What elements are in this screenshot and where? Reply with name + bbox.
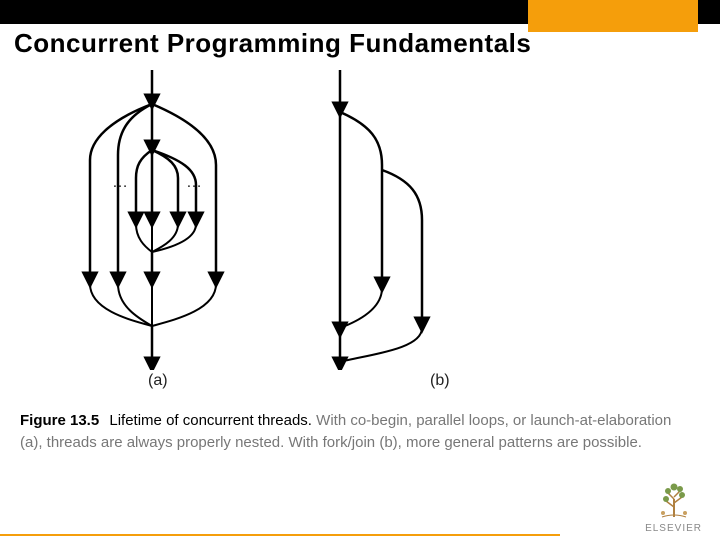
publisher-name: ELSEVIER	[645, 523, 702, 534]
diagram-a: … … (a)	[70, 70, 290, 375]
footer-orange-rule	[0, 534, 560, 536]
header-orange-block	[528, 0, 698, 32]
publisher-brand: ELSEVIER	[645, 477, 702, 534]
diagram-a-label: (a)	[148, 372, 168, 390]
elsevier-tree-icon	[652, 477, 696, 521]
diagram-b-svg	[310, 70, 470, 370]
figure-number: Figure 13.5	[20, 412, 99, 429]
figure-title: Lifetime of concurrent threads.	[109, 412, 312, 429]
diagram-b-label: (b)	[430, 372, 450, 390]
diagram-a-svg	[70, 70, 290, 370]
diagram-b: (b)	[310, 70, 470, 375]
figure-area: … … (a) (b)	[0, 70, 720, 400]
ellipsis-right: …	[186, 174, 202, 192]
figure-caption: Figure 13.5 Lifetime of concurrent threa…	[20, 410, 690, 454]
page-title: Concurrent Programming Fundamentals	[14, 28, 531, 59]
ellipsis-left: …	[112, 174, 128, 192]
